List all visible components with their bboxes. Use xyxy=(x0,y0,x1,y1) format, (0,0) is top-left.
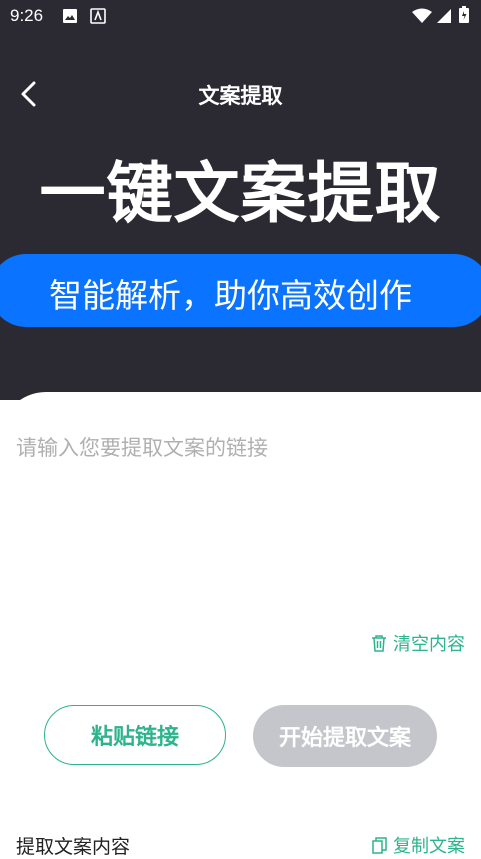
hero-headline: 一键文案提取 xyxy=(39,155,442,232)
page-title: 文案提取 xyxy=(198,84,283,108)
wifi-icon xyxy=(412,8,432,23)
link-input[interactable] xyxy=(16,432,466,622)
start-extract-button[interactable]: 开始提取文案 xyxy=(253,705,437,767)
battery-icon xyxy=(459,6,469,23)
clear-content-label: 清空内容 xyxy=(393,634,465,655)
signal-icon xyxy=(437,9,451,23)
copy-icon xyxy=(372,836,387,854)
trash-icon xyxy=(372,635,386,652)
app-notification-icon xyxy=(90,8,106,24)
slogan-banner: 智能解析，助你高效创作 xyxy=(0,254,481,327)
paste-link-button[interactable]: 粘贴链接 xyxy=(44,705,226,765)
image-notification-icon xyxy=(63,9,77,23)
status-time: 9:26 xyxy=(10,6,44,25)
copy-text-button[interactable]: 复制文案 xyxy=(372,832,465,858)
copy-text-label: 复制文案 xyxy=(393,836,465,857)
slogan-text: 智能解析，助你高效创作 xyxy=(49,276,412,315)
clear-content-button[interactable]: 清空内容 xyxy=(371,630,465,656)
status-bar: 9:26 xyxy=(0,0,481,34)
